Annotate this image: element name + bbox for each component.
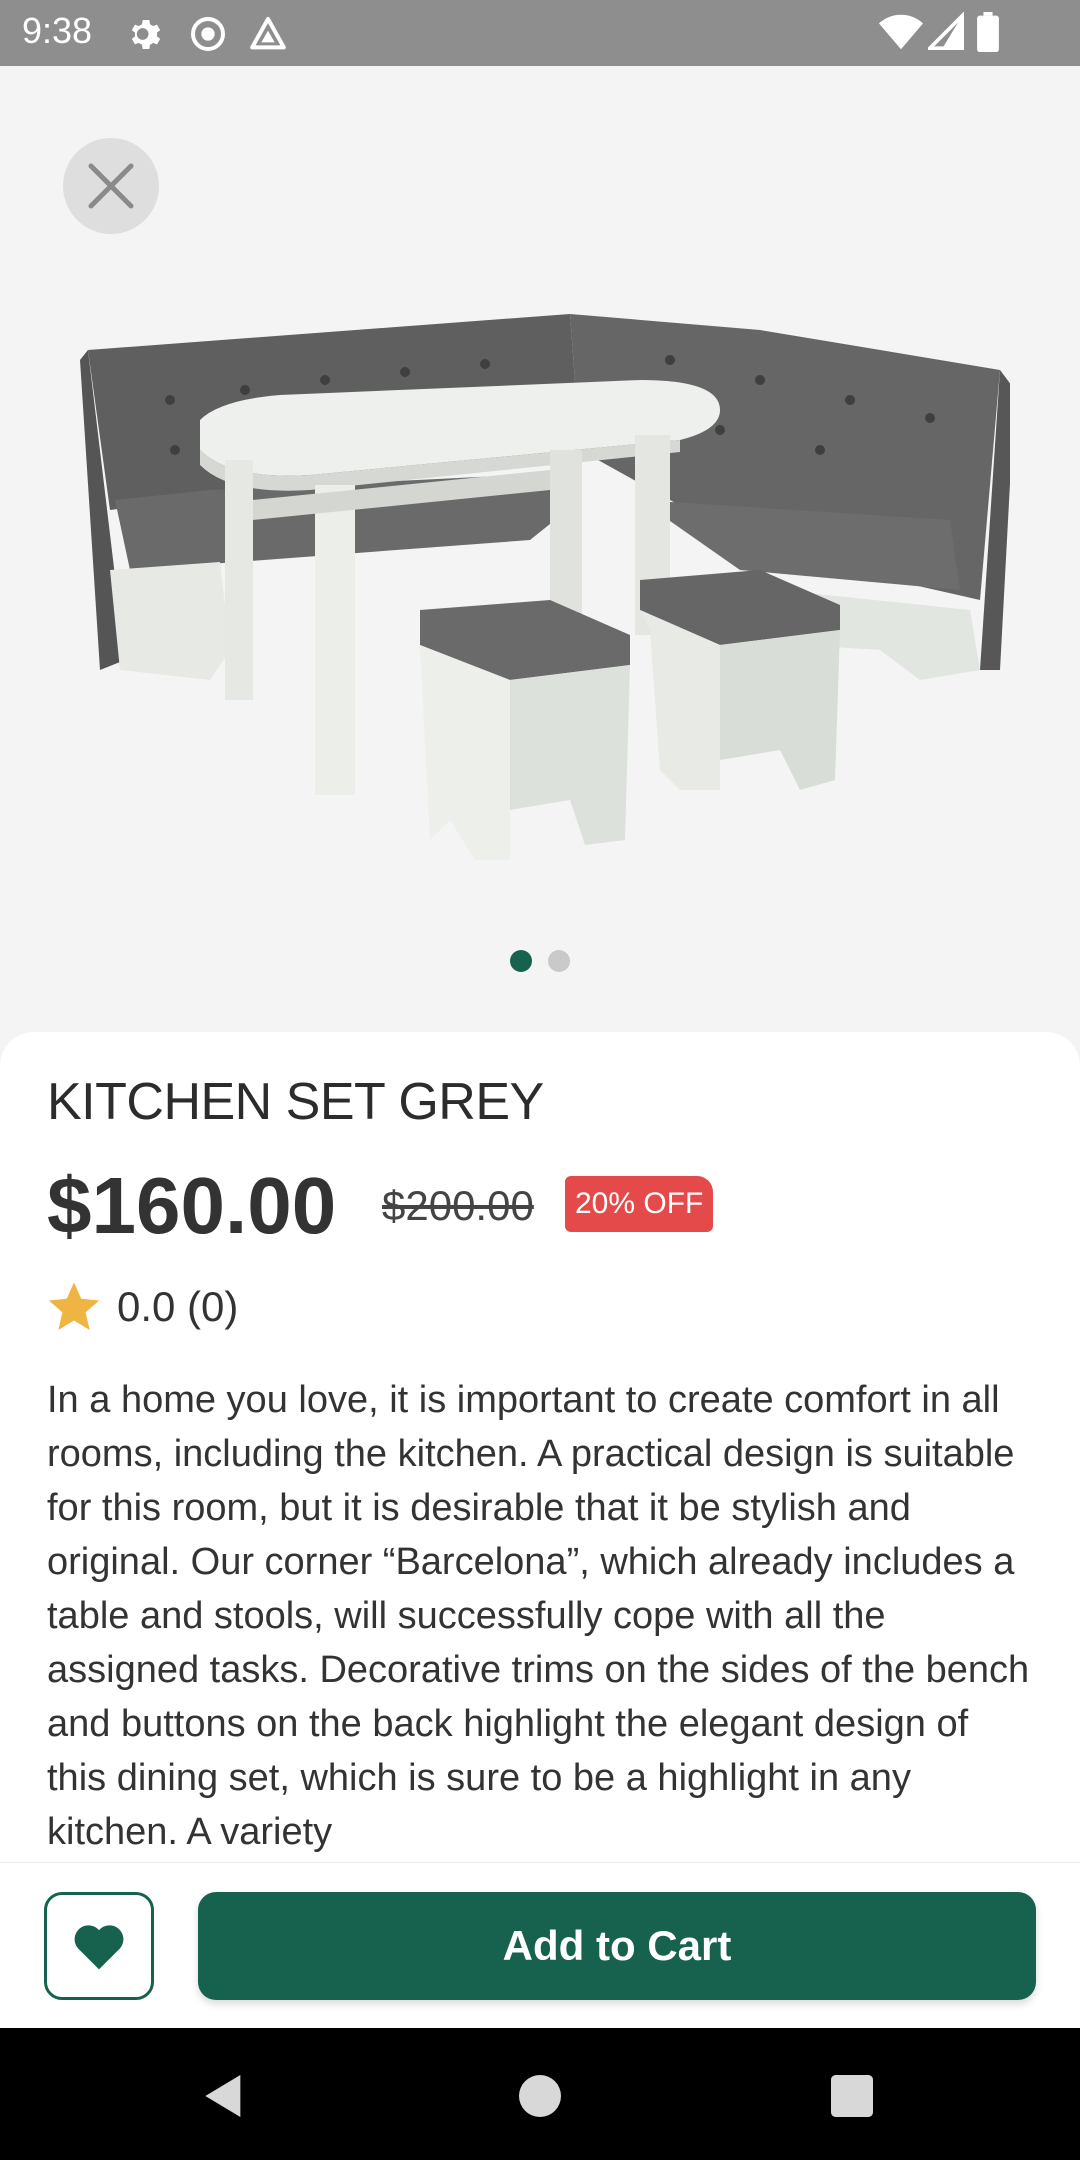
product-price: $160.00 <box>47 1161 337 1250</box>
battery-icon <box>977 12 999 52</box>
heart-icon <box>74 1925 124 1970</box>
wifi-icon <box>878 14 924 50</box>
back-icon[interactable] <box>196 2068 252 2124</box>
product-image <box>80 314 1010 860</box>
original-price: $200.00 <box>382 1182 534 1229</box>
rating: 0.0 (0) <box>45 1278 238 1336</box>
carousel-dot[interactable] <box>548 950 570 972</box>
rating-value: 0.0 (0) <box>117 1283 239 1330</box>
record-icon <box>191 17 225 51</box>
carousel-dot-active[interactable] <box>510 950 532 972</box>
product-title: KITCHEN SET GREY <box>47 1073 544 1131</box>
signal-icon <box>928 12 964 50</box>
drive-icon <box>250 17 286 50</box>
discount-badge: 20% OFF <box>565 1176 714 1232</box>
carousel-indicator <box>0 950 1080 972</box>
close-icon <box>88 163 134 209</box>
home-icon[interactable] <box>512 2068 568 2124</box>
favorite-button[interactable] <box>44 1892 154 2000</box>
recents-icon[interactable] <box>824 2068 880 2124</box>
status-bar: 9:38 <box>0 0 1080 66</box>
star-icon <box>48 1282 100 1330</box>
close-button[interactable] <box>63 138 159 234</box>
add-to-cart-button[interactable]: Add to Cart <box>198 1892 1036 2000</box>
status-time: 9:38 <box>22 10 93 51</box>
navigation-bar <box>0 2028 1080 2160</box>
product-description: In a home you love, it is important to c… <box>47 1379 1030 1853</box>
gear-icon <box>131 20 161 49</box>
